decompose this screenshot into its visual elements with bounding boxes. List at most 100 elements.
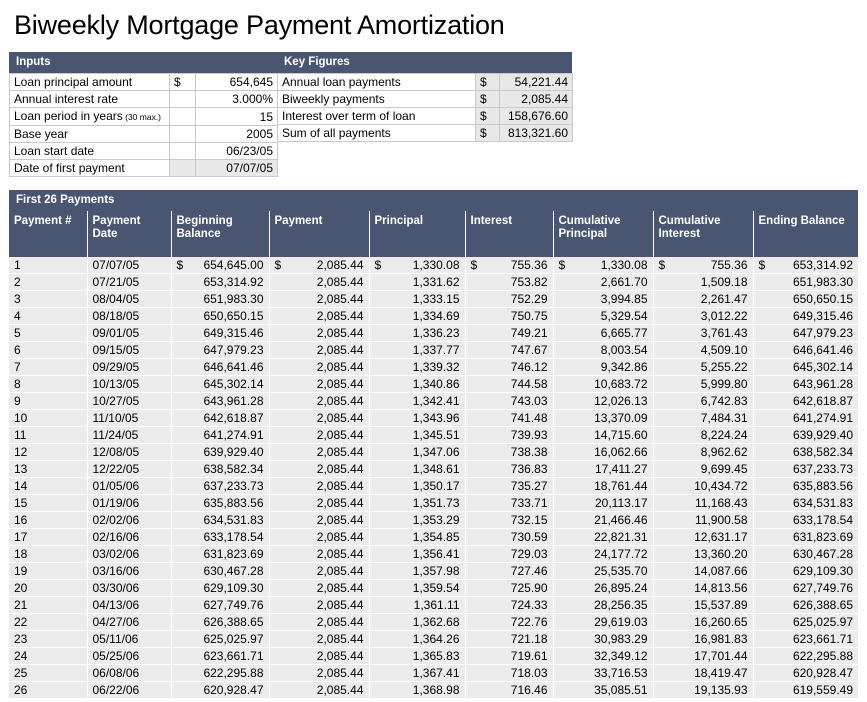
column-header[interactable]: Payment # [9, 211, 88, 257]
column-header[interactable]: Payment [269, 211, 370, 257]
payment-number-cell: 5 [9, 324, 88, 342]
principal-cell: 1,347.06 [369, 443, 466, 461]
payments-section: First 26 Payments Payment # Payment Date B… [9, 190, 858, 699]
payment-cell: 2,085.44 [269, 341, 370, 359]
beginning-balance-cell: 637,233.73 [171, 477, 270, 495]
key-figure-currency-symbol: $ [475, 124, 500, 142]
payment-number-cell: 8 [9, 375, 88, 393]
cumulative-principal-cell: 24,177.72 [553, 545, 654, 563]
column-header[interactable]: Interest [465, 211, 554, 257]
input-value[interactable]: 15 [195, 107, 278, 126]
beginning-balance-cell: 623,661.71 [171, 647, 270, 665]
table-row: 21 04/13/06 627,749.76 2,085.44 1,361.11 724.… [9, 596, 858, 614]
amount-text: 654,645.00 [203, 258, 264, 272]
principal-cell: 1,368.98 [369, 681, 466, 699]
ending-balance-cell: 626,388.65 [753, 596, 858, 614]
input-row: Loan principal amount $654,645 [9, 73, 278, 91]
interest-cell: 724.33 [465, 596, 554, 614]
inputs-panel-header: Inputs [9, 52, 277, 73]
table-row: 11 11/24/05 641,274.91 2,085.44 1,345.51 739.… [9, 426, 858, 444]
column-header[interactable]: Principal [369, 211, 466, 257]
cumulative-interest-cell: 12,631.17 [653, 528, 754, 546]
cumulative-interest-cell: 3,761.43 [653, 324, 754, 342]
beginning-balance-cell: 625,025.97 [171, 630, 270, 648]
interest-cell: 736.83 [465, 460, 554, 478]
principal-cell: 1,359.54 [369, 579, 466, 597]
cumulative-interest-cell: 4,509.10 [653, 341, 754, 359]
payment-date-cell: 10/13/05 [87, 375, 172, 393]
key-figure-row: Annual loan payments $54,221.44 [277, 73, 573, 91]
cumulative-interest-cell: $755.36 [653, 257, 754, 274]
table-row: 22 04/27/06 626,388.65 2,085.44 1,362.68 722.… [9, 613, 858, 631]
ending-balance-cell: 631,823.69 [753, 528, 858, 546]
column-header[interactable]: Ending Balance [753, 211, 858, 257]
table-row: 20 03/30/06 629,109.30 2,085.44 1,359.54 725.… [9, 579, 858, 597]
cumulative-principal-cell: $1,330.08 [553, 257, 654, 274]
input-currency-symbol [169, 142, 196, 160]
principal-cell: 1,365.83 [369, 647, 466, 665]
principal-cell: 1,354.85 [369, 528, 466, 546]
payment-cell: $2,085.44 [269, 257, 370, 274]
principal-cell: 1,340.86 [369, 375, 466, 393]
column-header[interactable]: Cumulative Interest [653, 211, 754, 257]
input-value[interactable]: 654,645 [195, 73, 278, 91]
cumulative-interest-cell: 16,981.83 [653, 630, 754, 648]
interest-cell: 722.76 [465, 613, 554, 631]
ending-balance-cell: 619,559.49 [753, 681, 858, 699]
beginning-balance-cell: 626,388.65 [171, 613, 270, 631]
ending-balance-cell: 651,983.30 [753, 273, 858, 291]
payment-date-cell: 01/05/06 [87, 477, 172, 495]
input-value[interactable]: 07/07/05 [195, 159, 278, 177]
cumulative-principal-cell: 25,535.70 [553, 562, 654, 580]
column-header[interactable]: Payment Date [87, 211, 172, 257]
payment-date-cell: 09/15/05 [87, 341, 172, 359]
column-header[interactable]: Cumulative Principal [553, 211, 654, 257]
interest-cell: 741.48 [465, 409, 554, 427]
ending-balance-cell: 630,467.28 [753, 545, 858, 563]
ending-balance-cell: 646,641.46 [753, 341, 858, 359]
input-row: Loan period in years (30 max.) 15 [9, 107, 278, 126]
inputs-table: Loan principal amount $654,645 Annual inte… [9, 73, 278, 177]
cumulative-interest-cell: 13,360.20 [653, 545, 754, 563]
interest-cell: 750.75 [465, 307, 554, 325]
cumulative-principal-cell: 28,256.35 [553, 596, 654, 614]
payment-date-cell: 11/10/05 [87, 409, 172, 427]
principal-cell: 1,362.68 [369, 613, 466, 631]
payment-date-cell: 08/18/05 [87, 307, 172, 325]
cumulative-interest-cell: 16,260.65 [653, 613, 754, 631]
cumulative-interest-cell: 18,419.47 [653, 664, 754, 682]
table-row: 13 12/22/05 638,582.34 2,085.44 1,348.61 736.… [9, 460, 858, 478]
cumulative-principal-cell: 17,411.27 [553, 460, 654, 478]
cumulative-principal-cell: 32,349.12 [553, 647, 654, 665]
input-label: Loan period in years (30 max.) [9, 107, 170, 126]
interest-cell: 743.03 [465, 392, 554, 410]
cumulative-principal-cell: 21,466.46 [553, 511, 654, 529]
principal-cell: 1,351.73 [369, 494, 466, 512]
input-value[interactable]: 3.000% [195, 90, 278, 108]
beginning-balance-cell: 638,582.34 [171, 460, 270, 478]
ending-balance-cell: 643,961.28 [753, 375, 858, 393]
payment-number-cell: 9 [9, 392, 88, 410]
table-row: 6 09/15/05 647,979.23 2,085.44 1,337.77 747.6… [9, 341, 858, 359]
input-label: Loan start date [9, 142, 170, 160]
payment-number-cell: 10 [9, 409, 88, 427]
column-header[interactable]: Beginning Balance [171, 211, 270, 257]
payment-number-cell: 17 [9, 528, 88, 546]
input-value[interactable]: 06/23/05 [195, 142, 278, 160]
payment-date-cell: 12/22/05 [87, 460, 172, 478]
input-value[interactable]: 2005 [195, 125, 278, 143]
principal-cell: 1,356.41 [369, 545, 466, 563]
payment-cell: 2,085.44 [269, 596, 370, 614]
interest-cell: 729.03 [465, 545, 554, 563]
payment-date-cell: 05/25/06 [87, 647, 172, 665]
payment-cell: 2,085.44 [269, 528, 370, 546]
input-label: Annual interest rate [9, 90, 170, 108]
currency-symbol: $ [758, 258, 766, 272]
cumulative-principal-cell: 22,821.31 [553, 528, 654, 546]
payment-cell: 2,085.44 [269, 647, 370, 665]
key-figure-label: Annual loan payments [277, 73, 476, 91]
beginning-balance-cell: 651,983.30 [171, 290, 270, 308]
payment-cell: 2,085.44 [269, 511, 370, 529]
payment-date-cell: 04/13/06 [87, 596, 172, 614]
cumulative-interest-cell: 8,224.24 [653, 426, 754, 444]
